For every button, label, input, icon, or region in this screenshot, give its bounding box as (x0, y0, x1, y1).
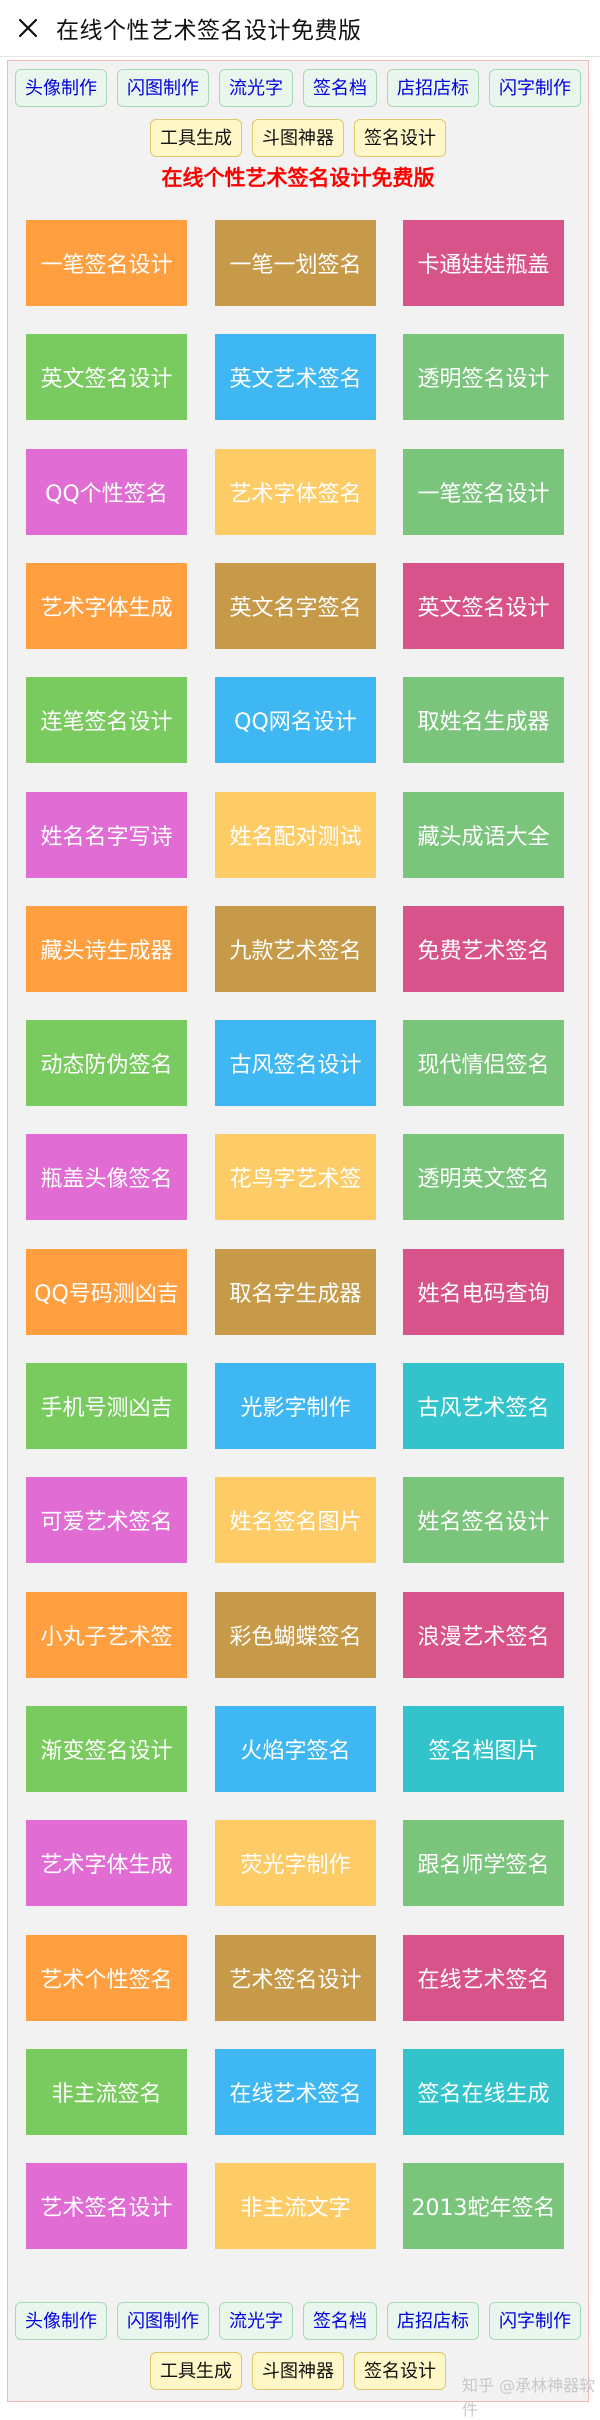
nav-shop-sign[interactable]: 店招店标 (387, 69, 479, 107)
nav-meme-tool[interactable]: 斗图神器 (252, 2352, 344, 2390)
signature-tile[interactable]: 姓名名字写诗 (26, 792, 187, 878)
nav-flash-image[interactable]: 闪图制作 (117, 2302, 209, 2340)
nav-flow-text[interactable]: 流光字 (219, 2302, 293, 2340)
signature-tile[interactable]: 取姓名生成器 (403, 677, 564, 763)
nav-meme-tool[interactable]: 斗图神器 (252, 119, 344, 157)
nav-flash-text[interactable]: 闪字制作 (489, 69, 581, 107)
signature-tile[interactable]: 手机号测凶吉 (26, 1363, 187, 1449)
signature-tile[interactable]: 可爱艺术签名 (26, 1477, 187, 1563)
signature-tile[interactable]: 九款艺术签名 (215, 906, 376, 992)
signature-tile[interactable]: 签名在线生成 (403, 2049, 564, 2135)
signature-tile[interactable]: QQ号码测凶吉 (26, 1249, 187, 1335)
signature-tile[interactable]: 浪漫艺术签名 (403, 1592, 564, 1678)
signature-tile[interactable]: 藏头诗生成器 (26, 906, 187, 992)
nav-signature-file[interactable]: 签名档 (303, 69, 377, 107)
nav-flash-image[interactable]: 闪图制作 (117, 69, 209, 107)
signature-tile[interactable]: 姓名签名图片 (215, 1477, 376, 1563)
signature-tile[interactable]: 彩色蝴蝶签名 (215, 1592, 376, 1678)
signature-tile[interactable]: 藏头成语大全 (403, 792, 564, 878)
nav-signature-design[interactable]: 签名设计 (354, 119, 446, 157)
signature-tile[interactable]: 一笔签名设计 (26, 220, 187, 306)
signature-tile[interactable]: 透明英文签名 (403, 1134, 564, 1220)
page-content: 头像制作 闪图制作 流光字 签名档 店招店标 闪字制作 工具生成 斗图神器 签名… (7, 60, 589, 2402)
signature-tile[interactable]: 连笔签名设计 (26, 677, 187, 763)
page-headline: 在线个性艺术签名设计免费版 (161, 166, 435, 190)
signature-tile[interactable]: 火焰字签名 (215, 1706, 376, 1792)
close-icon[interactable] (0, 0, 56, 56)
signature-tile[interactable]: 取名字生成器 (215, 1249, 376, 1335)
signature-tile[interactable]: 古风艺术签名 (403, 1363, 564, 1449)
signature-tile[interactable]: 渐变签名设计 (26, 1706, 187, 1792)
signature-tile[interactable]: 艺术字体生成 (26, 1820, 187, 1906)
signature-tile[interactable]: 透明签名设计 (403, 334, 564, 420)
signature-tile[interactable]: 非主流文字 (215, 2163, 376, 2249)
signature-tile[interactable]: QQ网名设计 (215, 677, 376, 763)
signature-tile[interactable]: 免费艺术签名 (403, 906, 564, 992)
signature-tile[interactable]: 姓名电码查询 (403, 1249, 564, 1335)
signature-tile[interactable]: 非主流签名 (26, 2049, 187, 2135)
signature-tile[interactable]: 英文签名设计 (26, 334, 187, 420)
nav-signature-design[interactable]: 签名设计 (354, 2352, 446, 2390)
signature-tile[interactable]: 艺术字体生成 (26, 563, 187, 649)
signature-tile[interactable]: 小丸子艺术签 (26, 1592, 187, 1678)
watermark-text: 知乎 @承林神器软件 (462, 2376, 596, 2419)
nav-tool-generate[interactable]: 工具生成 (150, 119, 242, 157)
signature-tile[interactable]: 古风签名设计 (215, 1020, 376, 1106)
signature-tile[interactable]: 在线艺术签名 (215, 2049, 376, 2135)
signature-tile[interactable]: 光影字制作 (215, 1363, 376, 1449)
nav-shop-sign[interactable]: 店招店标 (387, 2302, 479, 2340)
signature-tile[interactable]: 花鸟字艺术签 (215, 1134, 376, 1220)
signature-tile[interactable]: 一笔一划签名 (215, 220, 376, 306)
nav-flash-text[interactable]: 闪字制作 (489, 2302, 581, 2340)
top-nav: 头像制作 闪图制作 流光字 签名档 店招店标 闪字制作 工具生成 斗图神器 签名… (8, 69, 588, 157)
signature-tile[interactable]: 英文名字签名 (215, 563, 376, 649)
signature-tile[interactable]: 姓名签名设计 (403, 1477, 564, 1563)
signature-tile[interactable]: 艺术签名设计 (26, 2163, 187, 2249)
signature-tile[interactable]: 签名档图片 (403, 1706, 564, 1792)
signature-tile[interactable]: 艺术字体签名 (215, 449, 376, 535)
signature-tile[interactable]: 艺术签名设计 (215, 1935, 376, 2021)
signature-tile[interactable]: 卡通娃娃瓶盖 (403, 220, 564, 306)
nav-signature-file[interactable]: 签名档 (303, 2302, 377, 2340)
window-title: 在线个性艺术签名设计免费版 (56, 18, 362, 44)
signature-tile[interactable]: 现代情侣签名 (403, 1020, 564, 1106)
signature-tile[interactable]: 一笔签名设计 (403, 449, 564, 535)
signature-tile[interactable]: 跟名师学签名 (403, 1820, 564, 1906)
title-bar: 在线个性艺术签名设计免费版 (0, 0, 600, 57)
nav-avatar-make[interactable]: 头像制作 (15, 2302, 107, 2340)
signature-tile[interactable]: 2013蛇年签名 (403, 2163, 564, 2249)
nav-flow-text[interactable]: 流光字 (219, 69, 293, 107)
signature-tile[interactable]: 姓名配对测试 (215, 792, 376, 878)
nav-tool-generate[interactable]: 工具生成 (150, 2352, 242, 2390)
signature-tile[interactable]: 英文签名设计 (403, 563, 564, 649)
nav-avatar-make[interactable]: 头像制作 (15, 69, 107, 107)
signature-tile[interactable]: 动态防伪签名 (26, 1020, 187, 1106)
signature-tile[interactable]: 在线艺术签名 (403, 1935, 564, 2021)
signature-tile[interactable]: 荧光字制作 (215, 1820, 376, 1906)
signature-tile[interactable]: 瓶盖头像签名 (26, 1134, 187, 1220)
signature-tile[interactable]: 艺术个性签名 (26, 1935, 187, 2021)
signature-tile[interactable]: 英文艺术签名 (215, 334, 376, 420)
signature-tile[interactable]: QQ个性签名 (26, 449, 187, 535)
